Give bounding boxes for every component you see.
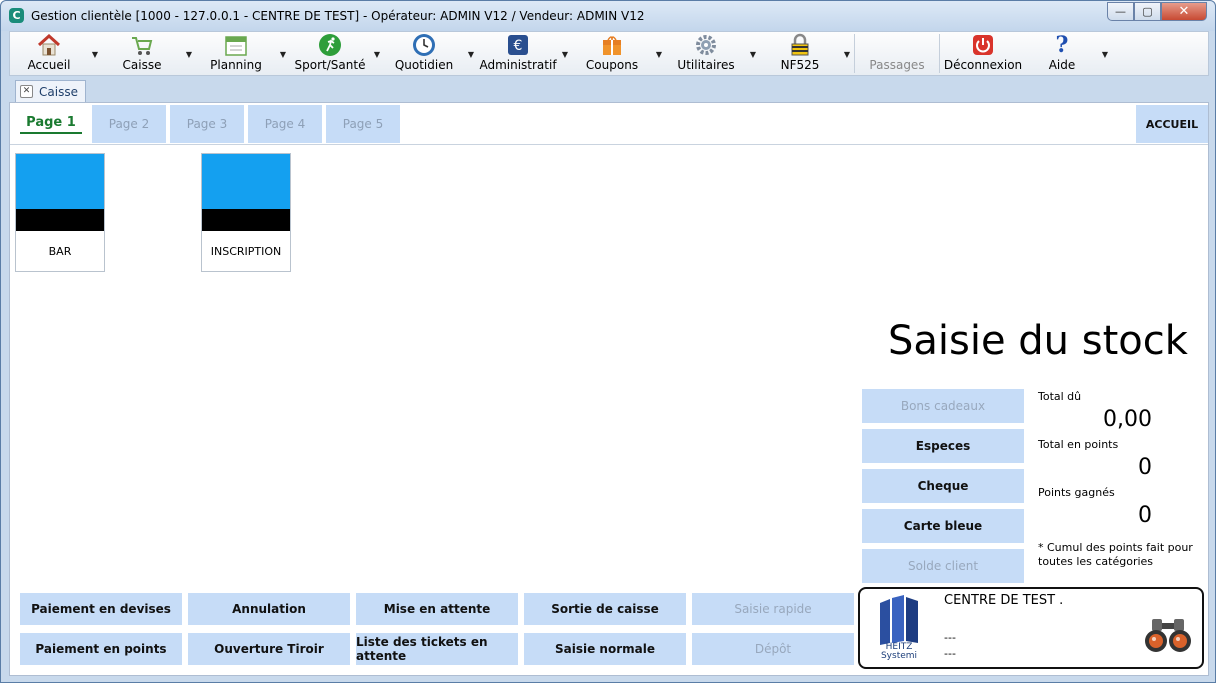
mode-title: Saisie du stock	[888, 318, 1188, 364]
toolbar-aide-dropdown[interactable]: ▼	[1098, 32, 1112, 75]
toolbar-caisse[interactable]: Caisse	[102, 32, 182, 75]
toolbar-coupons[interactable]: Coupons	[572, 32, 652, 75]
toolbar-planning[interactable]: Planning	[196, 32, 276, 75]
page-tab-5[interactable]: Page 5	[326, 105, 400, 143]
solde-client-button[interactable]: Solde client	[862, 549, 1024, 583]
power-icon	[971, 33, 995, 57]
points-gagnes-label: Points gagnés	[1038, 486, 1115, 499]
shop-line-1: ---	[944, 631, 956, 644]
toolbar-aide[interactable]: ? Aide	[1026, 32, 1098, 75]
total-points-value: 0	[1138, 455, 1152, 480]
toolbar-caisse-dropdown[interactable]: ▼	[182, 32, 196, 75]
toolbar-deconnexion[interactable]: Déconnexion	[940, 32, 1026, 75]
binoculars-icon[interactable]	[1144, 615, 1192, 655]
toolbar-quotidien[interactable]: Quotidien	[384, 32, 464, 75]
runner-icon	[318, 33, 342, 57]
page-tab-2[interactable]: Page 2	[92, 105, 166, 143]
mise-en-attente-button[interactable]: Mise en attente	[356, 593, 518, 625]
tile-label: INSCRIPTION	[210, 244, 282, 258]
sortie-de-caisse-button[interactable]: Sortie de caisse	[524, 593, 686, 625]
gift-icon	[600, 33, 624, 57]
shop-name: CENTRE DE TEST .	[944, 593, 1064, 608]
page-tab-3[interactable]: Page 3	[170, 105, 244, 143]
toolbar-administratif-dropdown[interactable]: ▼	[558, 32, 572, 75]
saisie-rapide-button[interactable]: Saisie rapide	[692, 593, 854, 625]
toolbar-passages[interactable]: Passages	[855, 32, 939, 75]
paiement-points-button[interactable]: Paiement en points	[20, 633, 182, 665]
product-tile-bar[interactable]: BAR	[15, 153, 105, 272]
euro-icon: €	[506, 33, 530, 57]
points-gagnes-value: 0	[1138, 503, 1152, 528]
tab-caisse-label: Caisse	[39, 84, 78, 99]
cheque-button[interactable]: Cheque	[862, 469, 1024, 503]
app-window: C Gestion clientèle [1000 - 127.0.0.1 - …	[0, 0, 1216, 683]
toolbar-accueil[interactable]: Accueil	[10, 32, 88, 75]
svg-text:€: €	[514, 38, 523, 54]
accueil-button[interactable]: ACCUEIL	[1136, 105, 1208, 143]
toolbar-sport-sante-dropdown[interactable]: ▼	[370, 32, 384, 75]
annulation-button[interactable]: Annulation	[188, 593, 350, 625]
bons-cadeaux-button[interactable]: Bons cadeaux	[862, 389, 1024, 423]
close-button[interactable]: ✕	[1161, 2, 1207, 21]
gear-icon	[694, 33, 718, 57]
liste-tickets-attente-button[interactable]: Liste des tickets en attente	[356, 633, 518, 665]
document-tabs: ✕ Caisse	[9, 77, 1209, 102]
page-tabs: Page 1 Page 2 Page 3 Page 4 Page 5 ACCUE…	[10, 103, 1208, 145]
toolbar-nf525[interactable]: NF525	[760, 32, 840, 75]
ouverture-tiroir-button[interactable]: Ouverture Tiroir	[188, 633, 350, 665]
saisie-normale-button[interactable]: Saisie normale	[524, 633, 686, 665]
points-note: * Cumul des points fait pour toutes les …	[1038, 541, 1193, 568]
tile-label: BAR	[48, 244, 72, 258]
toolbar-planning-dropdown[interactable]: ▼	[276, 32, 290, 75]
app-logo-icon: C	[9, 8, 24, 23]
calendar-icon	[224, 33, 248, 57]
toolbar-sport-sante[interactable]: Sport/Santé	[290, 32, 370, 75]
toolbar-accueil-dropdown[interactable]: ▼	[88, 32, 102, 75]
toolbar-quotidien-dropdown[interactable]: ▼	[464, 32, 478, 75]
shop-line-2: ---	[944, 647, 956, 660]
carte-bleue-button[interactable]: Carte bleue	[862, 509, 1024, 543]
main-toolbar: Accueil ▼ Caisse ▼ Planning ▼ Sport/Sant…	[9, 31, 1209, 76]
home-icon	[37, 33, 61, 57]
maximize-button[interactable]: ▢	[1134, 2, 1161, 21]
close-tab-icon[interactable]: ✕	[20, 85, 33, 98]
toolbar-utilitaires[interactable]: Utilitaires	[666, 32, 746, 75]
cart-icon	[130, 33, 154, 57]
total-du-value: 0,00	[1103, 407, 1152, 432]
shop-info-box: HEITZ Systemi CENTRE DE TEST . --- ---	[858, 587, 1204, 669]
title-bar[interactable]: C Gestion clientèle [1000 - 127.0.0.1 - …	[1, 1, 1215, 31]
total-points-label: Total en points	[1038, 438, 1119, 451]
window-title: Gestion clientèle [1000 - 127.0.0.1 - CE…	[31, 9, 645, 23]
product-tile-inscription[interactable]: INSCRIPTION	[201, 153, 291, 272]
caisse-panel: Page 1 Page 2 Page 3 Page 4 Page 5 ACCUE…	[9, 102, 1209, 676]
toolbar-utilitaires-dropdown[interactable]: ▼	[746, 32, 760, 75]
page-tab-1[interactable]: Page 1	[14, 105, 88, 143]
lock-icon	[788, 33, 812, 57]
paiement-devises-button[interactable]: Paiement en devises	[20, 593, 182, 625]
toolbar-nf525-dropdown[interactable]: ▼	[840, 32, 854, 75]
tab-caisse[interactable]: ✕ Caisse	[15, 80, 86, 102]
page-tab-4[interactable]: Page 4	[248, 105, 322, 143]
depot-button[interactable]: Dépôt	[692, 633, 854, 665]
especes-button[interactable]: Especes	[862, 429, 1024, 463]
total-du-label: Total dû	[1038, 390, 1082, 403]
clock-icon	[412, 33, 436, 57]
help-icon: ?	[1055, 32, 1069, 58]
toolbar-coupons-dropdown[interactable]: ▼	[652, 32, 666, 75]
toolbar-administratif[interactable]: € Administratif	[478, 32, 558, 75]
minimize-button[interactable]: —	[1107, 2, 1134, 21]
